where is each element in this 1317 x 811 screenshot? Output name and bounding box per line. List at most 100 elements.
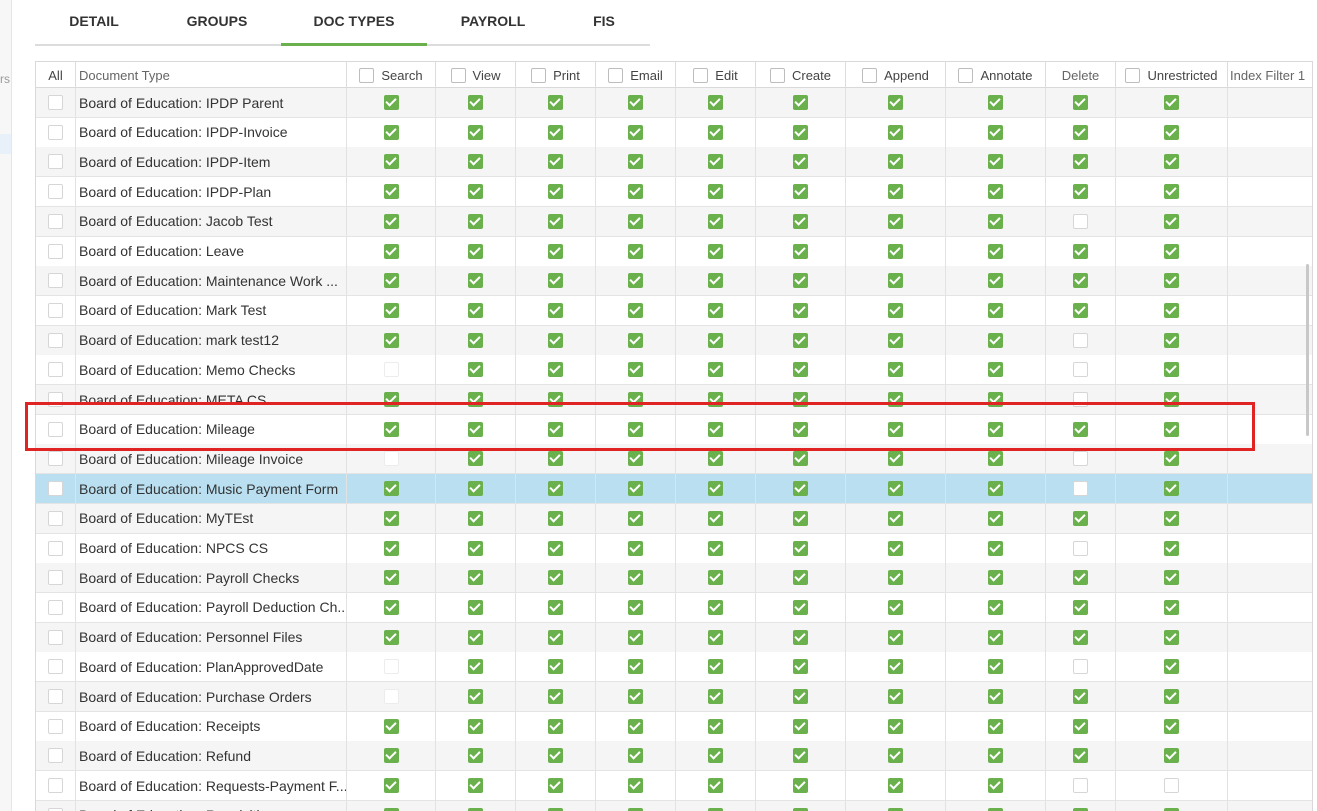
unrestricted-checkbox[interactable] xyxy=(1164,540,1179,556)
create-checkbox[interactable] xyxy=(793,778,808,794)
annotate-checkbox[interactable] xyxy=(988,273,1003,289)
view-column-header[interactable]: View xyxy=(436,62,516,88)
edit-checkbox[interactable] xyxy=(708,748,723,764)
search-checkbox[interactable] xyxy=(383,154,399,170)
print-checkbox[interactable] xyxy=(548,510,563,526)
index-filter-cell[interactable] xyxy=(1228,118,1312,147)
append-checkbox[interactable] xyxy=(888,95,903,110)
search-checkbox[interactable] xyxy=(383,421,399,437)
create-checkbox[interactable] xyxy=(793,332,808,348)
view-checkbox[interactable] xyxy=(468,689,483,704)
search-checkbox[interactable] xyxy=(383,213,399,229)
append-checkbox[interactable] xyxy=(888,481,903,497)
email-column-header[interactable]: Email xyxy=(596,62,676,88)
vertical-scrollbar[interactable] xyxy=(1306,264,1309,436)
unrestricted-checkbox[interactable] xyxy=(1164,362,1179,378)
row-select-checkbox[interactable] xyxy=(48,362,63,378)
index-filter-cell[interactable] xyxy=(1228,801,1312,811)
create-checkbox[interactable] xyxy=(793,273,808,289)
search-header-checkbox[interactable] xyxy=(359,67,375,83)
edit-checkbox[interactable] xyxy=(708,362,723,378)
unrestricted-checkbox[interactable] xyxy=(1164,273,1179,289)
unrestricted-checkbox[interactable] xyxy=(1164,718,1179,734)
email-checkbox[interactable] xyxy=(628,540,643,556)
table-row[interactable]: Board of Education: META CS xyxy=(36,385,1312,415)
search-checkbox[interactable] xyxy=(383,332,399,348)
print-checkbox[interactable] xyxy=(548,184,563,200)
print-checkbox[interactable] xyxy=(548,570,563,586)
delete-checkbox[interactable] xyxy=(1073,95,1088,110)
view-checkbox[interactable] xyxy=(468,718,483,734)
create-checkbox[interactable] xyxy=(793,154,808,170)
delete-checkbox[interactable] xyxy=(1073,421,1088,437)
delete-checkbox[interactable] xyxy=(1073,332,1088,348)
annotate-checkbox[interactable] xyxy=(988,95,1003,110)
email-checkbox[interactable] xyxy=(628,659,643,675)
create-checkbox[interactable] xyxy=(793,213,808,229)
create-checkbox[interactable] xyxy=(793,184,808,200)
index-filter-cell[interactable] xyxy=(1228,385,1312,414)
email-checkbox[interactable] xyxy=(628,392,643,407)
delete-checkbox[interactable] xyxy=(1073,273,1088,289)
table-row[interactable]: Board of Education: Payroll Deduction Ch… xyxy=(36,592,1312,623)
row-select-checkbox[interactable] xyxy=(48,599,63,615)
edit-checkbox[interactable] xyxy=(708,302,723,318)
append-checkbox[interactable] xyxy=(888,659,903,675)
print-checkbox[interactable] xyxy=(548,362,563,378)
create-checkbox[interactable] xyxy=(793,570,808,586)
document-type-header[interactable]: Document Type xyxy=(76,62,347,88)
view-checkbox[interactable] xyxy=(468,481,483,497)
annotate-checkbox[interactable] xyxy=(988,599,1003,615)
view-checkbox[interactable] xyxy=(468,362,483,378)
print-checkbox[interactable] xyxy=(548,540,563,556)
index-filter-cell[interactable] xyxy=(1228,266,1312,295)
search-checkbox[interactable] xyxy=(383,718,399,734)
search-checkbox[interactable] xyxy=(383,95,399,110)
annotate-checkbox[interactable] xyxy=(988,184,1003,200)
edit-checkbox[interactable] xyxy=(708,273,723,289)
unrestricted-checkbox[interactable] xyxy=(1164,599,1179,615)
view-checkbox[interactable] xyxy=(468,184,483,200)
view-checkbox[interactable] xyxy=(468,540,483,556)
unrestricted-checkbox[interactable] xyxy=(1164,481,1179,497)
view-checkbox[interactable] xyxy=(468,599,483,615)
index-filter-cell[interactable] xyxy=(1228,207,1312,236)
index-filter-cell[interactable] xyxy=(1228,712,1312,741)
unrestricted-checkbox[interactable] xyxy=(1164,689,1179,704)
annotate-checkbox[interactable] xyxy=(988,213,1003,229)
delete-checkbox[interactable] xyxy=(1073,570,1088,586)
create-checkbox[interactable] xyxy=(793,302,808,318)
delete-checkbox[interactable] xyxy=(1073,510,1088,526)
unrestricted-checkbox[interactable] xyxy=(1164,659,1179,675)
append-checkbox[interactable] xyxy=(888,748,903,764)
annotate-checkbox[interactable] xyxy=(988,748,1003,764)
print-checkbox[interactable] xyxy=(548,689,563,704)
append-checkbox[interactable] xyxy=(888,124,903,140)
view-checkbox[interactable] xyxy=(468,659,483,675)
view-checkbox[interactable] xyxy=(468,570,483,586)
annotate-checkbox[interactable] xyxy=(988,481,1003,497)
edit-checkbox[interactable] xyxy=(708,718,723,734)
search-checkbox[interactable] xyxy=(383,510,399,526)
tab-payroll[interactable]: PAYROLL xyxy=(437,0,549,46)
append-checkbox[interactable] xyxy=(888,273,903,289)
view-checkbox[interactable] xyxy=(468,302,483,318)
delete-checkbox[interactable] xyxy=(1073,629,1088,645)
row-select-checkbox[interactable] xyxy=(48,689,63,704)
index-filter-cell[interactable] xyxy=(1228,623,1312,652)
index-filter-cell[interactable] xyxy=(1228,741,1312,770)
annotate-checkbox[interactable] xyxy=(988,392,1003,407)
print-checkbox[interactable] xyxy=(548,599,563,615)
index-filter-cell[interactable] xyxy=(1228,415,1312,444)
table-row[interactable]: Board of Education: Mark Test xyxy=(36,295,1312,326)
search-checkbox[interactable] xyxy=(383,778,399,794)
row-select-checkbox[interactable] xyxy=(48,778,63,794)
email-checkbox[interactable] xyxy=(628,748,643,764)
delete-column-header[interactable]: Delete xyxy=(1046,62,1116,88)
email-checkbox[interactable] xyxy=(628,599,643,615)
view-checkbox[interactable] xyxy=(468,213,483,229)
tab-groups[interactable]: GROUPS xyxy=(163,0,271,46)
index-filter-cell[interactable] xyxy=(1228,652,1312,681)
row-select-checkbox[interactable] xyxy=(48,154,63,170)
row-select-checkbox[interactable] xyxy=(48,629,63,645)
